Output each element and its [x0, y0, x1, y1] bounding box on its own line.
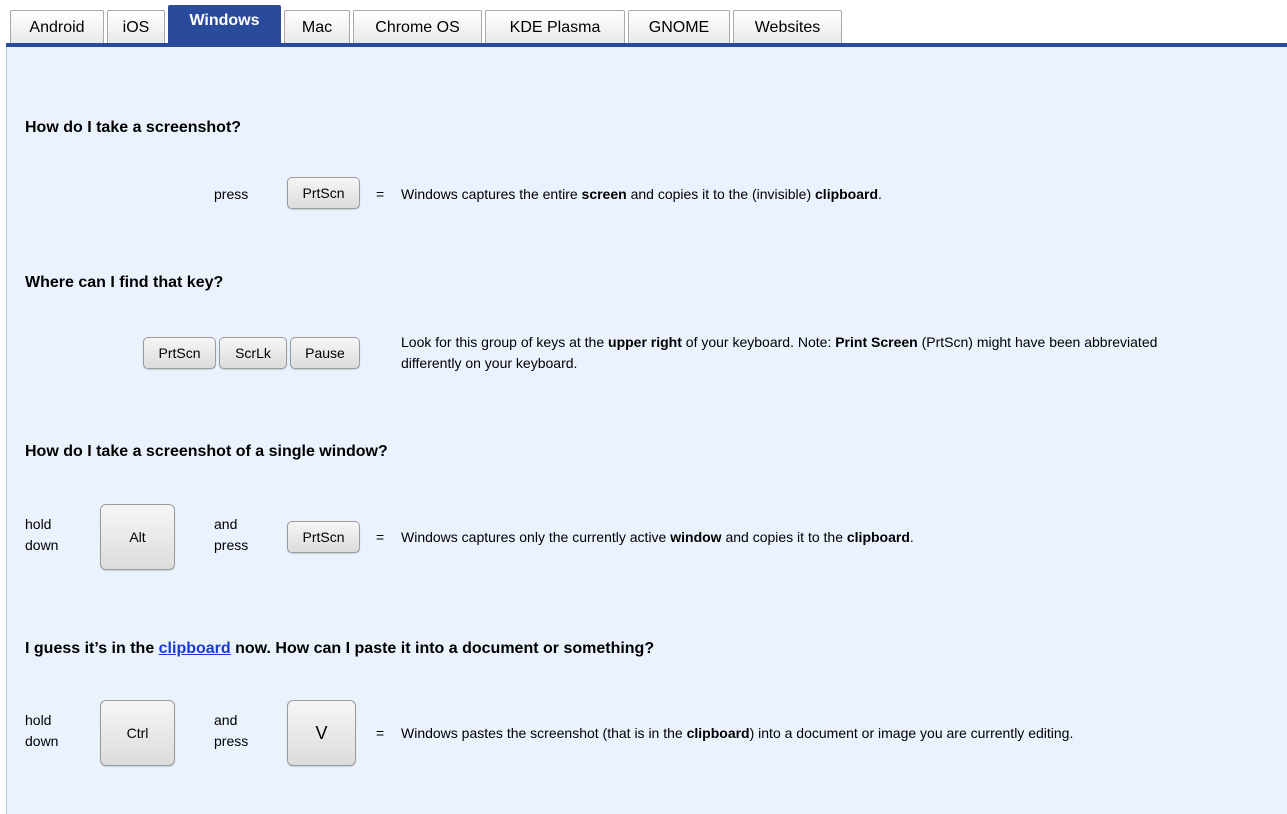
- key-scrlk: ScrLk: [219, 337, 287, 369]
- key-ctrl: Ctrl: [100, 700, 175, 766]
- tab-bar: Android iOS Windows Mac Chrome OS KDE Pl…: [10, 5, 845, 43]
- heading-find-key: Where can I find that key?: [25, 274, 224, 291]
- key-prtscn: PrtScn: [287, 521, 360, 553]
- clipboard-link[interactable]: clipboard: [159, 640, 231, 657]
- equals-sign: =: [376, 186, 385, 202]
- key-alt: Alt: [100, 504, 175, 570]
- equals-sign: =: [376, 529, 385, 545]
- and-press-label: and press: [214, 712, 249, 749]
- tab-websites[interactable]: Websites: [733, 10, 842, 43]
- tab-chrome-os[interactable]: Chrome OS: [353, 10, 482, 43]
- tab-mac[interactable]: Mac: [284, 10, 350, 43]
- hold-down-label: hold down: [25, 712, 59, 749]
- tab-windows[interactable]: Windows: [168, 5, 281, 43]
- hold-down-label: hold down: [25, 516, 59, 553]
- key-prtscn: PrtScn: [287, 177, 360, 209]
- key-pause: Pause: [290, 337, 360, 369]
- tab-kde-plasma[interactable]: KDE Plasma: [485, 10, 625, 43]
- tab-android[interactable]: Android: [10, 10, 104, 43]
- heading-take-screenshot: How do I take a screenshot?: [25, 119, 242, 136]
- heading-paste: I guess it’s in the clipboard now. How c…: [25, 640, 655, 657]
- find-description: Look for this group of keys at the upper…: [401, 334, 1158, 371]
- press-label: press: [214, 186, 249, 202]
- key-prtscn: PrtScn: [143, 337, 216, 369]
- equals-sign: =: [376, 725, 385, 741]
- tab-ios[interactable]: iOS: [107, 10, 165, 43]
- content-panel: How do I take a screenshot? press PrtScn…: [6, 47, 1287, 814]
- key-v: V: [287, 700, 356, 766]
- tab-gnome[interactable]: GNOME: [628, 10, 730, 43]
- heading-single-window: How do I take a screenshot of a single w…: [25, 443, 388, 460]
- window-description: Windows captures only the currently acti…: [401, 529, 914, 545]
- paste-description: Windows pastes the screenshot (that is i…: [401, 725, 1074, 741]
- and-press-label: and press: [214, 516, 249, 553]
- take-description: Windows captures the entire screen and c…: [401, 186, 882, 202]
